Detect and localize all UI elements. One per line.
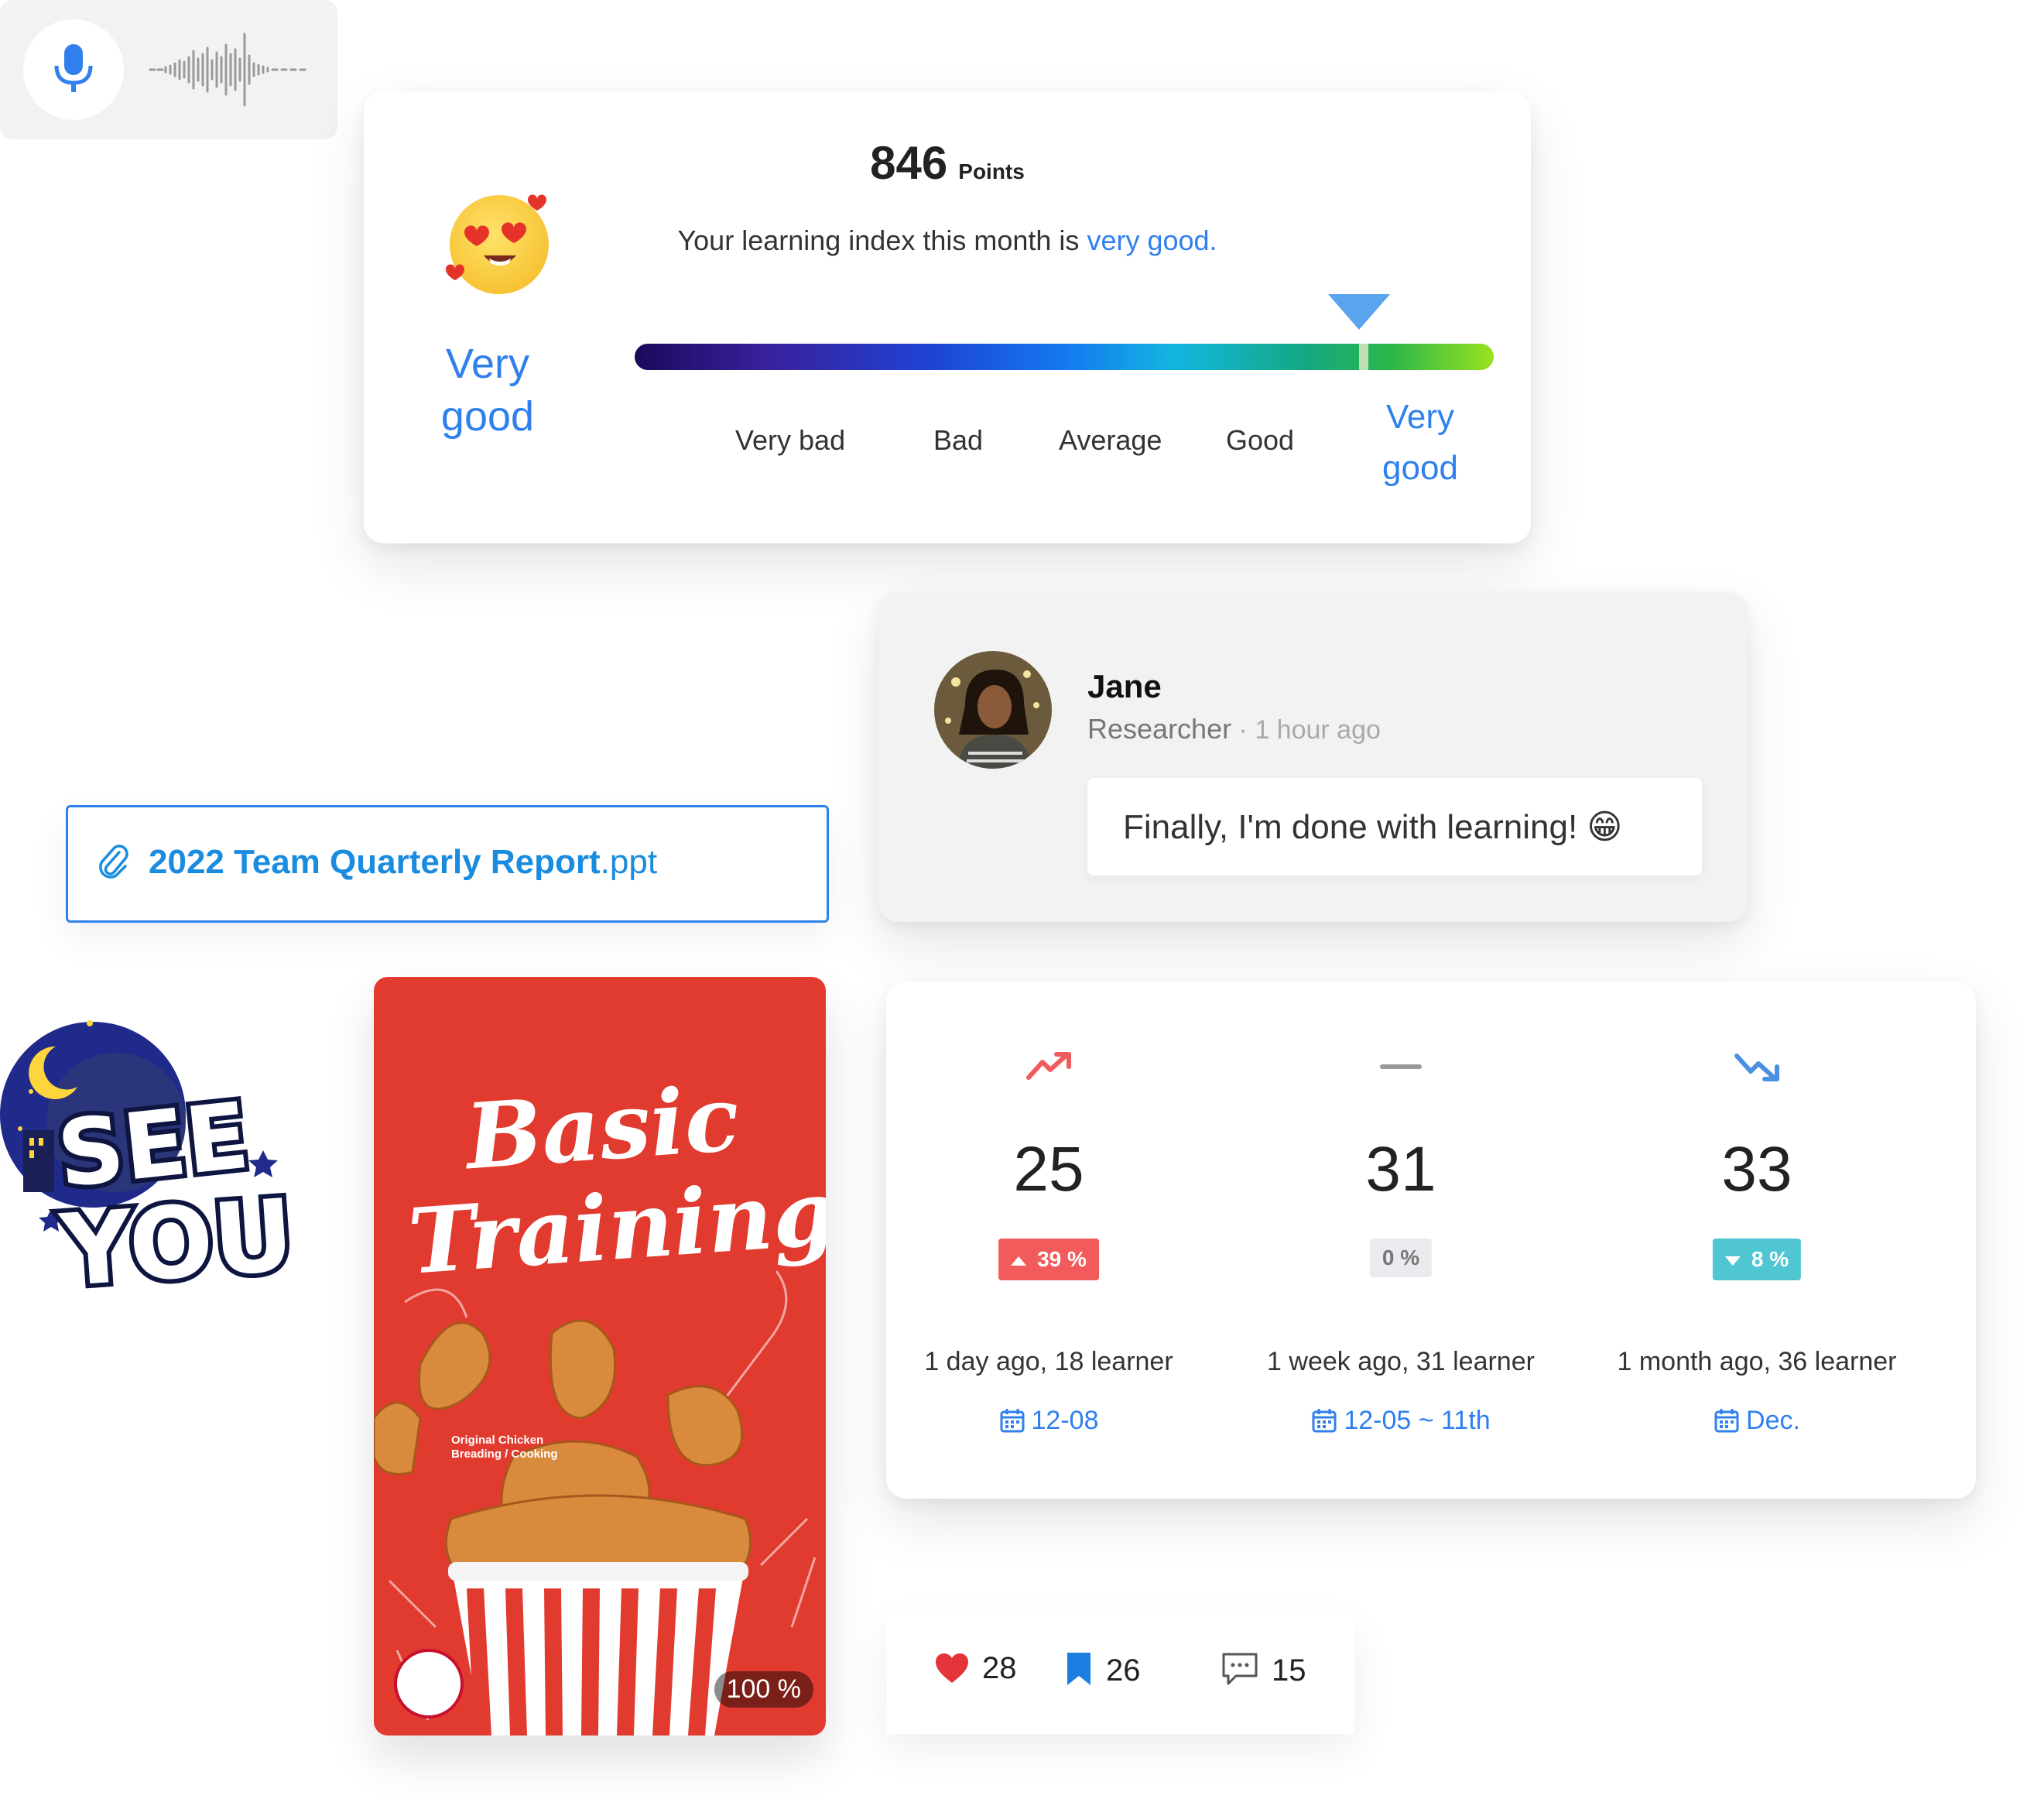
audio-waveform-icon xyxy=(149,33,306,107)
comment-count: 15 xyxy=(1272,1653,1306,1688)
comment-meta: Researcher · 1 hour ago xyxy=(1087,713,1381,745)
stat-date: 12-08 xyxy=(886,1406,1211,1436)
message-prefix: Your learning index this month is xyxy=(677,224,1087,256)
stat-description: 1 month ago, 36 learner xyxy=(1617,1347,1897,1376)
paperclip-icon xyxy=(99,845,128,879)
scale-label-very-bad: Very bad xyxy=(735,424,846,456)
stat-value: 31 xyxy=(1365,1134,1436,1204)
scale-label-good: Good xyxy=(1226,424,1295,456)
file-extension: .ppt xyxy=(600,843,658,881)
learner-stats-card: 25 39 % 1 day ago, 18 learner 12-08 31 0… xyxy=(886,982,1976,1499)
change-value: 39 % xyxy=(1037,1247,1087,1271)
author-role: Researcher xyxy=(1087,713,1232,745)
course-poster[interactable]: Basic Training Original Chicken Breading… xyxy=(374,977,826,1735)
bookmark-icon xyxy=(1067,1653,1090,1685)
learning-index-card: 846 Points Your learning index this month… xyxy=(364,91,1531,543)
kfc-logo-icon xyxy=(394,1649,464,1718)
gauge-marker-icon xyxy=(1328,294,1390,330)
points-unit: Points xyxy=(958,159,1025,183)
comment-time: 1 hour ago xyxy=(1255,715,1381,745)
change-badge-up: 39 % xyxy=(998,1239,1099,1280)
microphone-icon xyxy=(54,44,93,92)
arrow-up-icon xyxy=(1011,1256,1027,1266)
gauge-position-tick xyxy=(1359,344,1368,370)
stat-date: 12-05 ~ 11th xyxy=(1238,1406,1563,1436)
heart-icon xyxy=(936,1653,968,1683)
stat-description: 1 day ago, 18 learner xyxy=(924,1347,1173,1376)
stat-month: 33 8 % 1 month ago, 36 learner Dec. xyxy=(1594,982,1919,1499)
stat-value: 33 xyxy=(1721,1134,1792,1204)
current-level-label: Very good xyxy=(440,341,535,440)
progress-label: 100 % xyxy=(714,1671,813,1708)
bookmark-count: 26 xyxy=(1106,1653,1141,1688)
points-value: 846 xyxy=(870,137,948,189)
bookmark-button[interactable]: 26 xyxy=(1064,1651,1141,1688)
change-value: 8 % xyxy=(1751,1247,1789,1271)
stat-value: 25 xyxy=(1013,1134,1084,1204)
see-you-sticker: SEE YOU xyxy=(0,1020,294,1300)
calendar-icon xyxy=(1000,1409,1025,1433)
reactions-bar: 28 26 15 xyxy=(886,1614,1354,1734)
meta-separator: · xyxy=(1231,715,1255,745)
sticker-text-you: YOU xyxy=(56,1178,294,1300)
file-base-name: 2022 Team Quarterly Report xyxy=(149,843,601,881)
voice-message xyxy=(0,0,337,139)
poster-title: Basic Training xyxy=(399,1064,826,1295)
avatar-photo xyxy=(934,651,1052,769)
comment-button[interactable]: 15 xyxy=(1221,1651,1306,1688)
scale-label-very-good: Very good xyxy=(1382,398,1458,487)
calendar-icon xyxy=(1312,1409,1337,1433)
record-button[interactable] xyxy=(23,19,124,120)
stat-date-text: 12-08 xyxy=(1031,1406,1099,1435)
change-badge-down: 8 % xyxy=(1712,1239,1802,1280)
comment-bubble: Finally, I'm done with learning! 😁 xyxy=(1087,778,1702,875)
change-value: 0 % xyxy=(1381,1246,1420,1269)
comment-card: Jane Researcher · 1 hour ago Finally, I'… xyxy=(878,592,1748,922)
like-count: 28 xyxy=(982,1651,1017,1685)
stat-week: 31 0 % 1 week ago, 31 learner 12-05 ~ 11… xyxy=(1238,982,1563,1499)
stat-date: Dec. xyxy=(1594,1406,1919,1436)
stat-date-text: 12-05 ~ 11th xyxy=(1344,1406,1491,1435)
file-attachment[interactable]: 2022 Team Quarterly Report.ppt xyxy=(66,805,829,923)
trend-up-icon xyxy=(1026,1052,1071,1080)
calendar-icon xyxy=(1714,1409,1739,1433)
poster-caption: Original Chicken Breading / Cooking xyxy=(451,1434,558,1461)
heart-eyes-emoji-icon xyxy=(446,194,549,294)
dash-icon xyxy=(1380,1064,1422,1069)
comment-message: Finally, I'm done with learning! 😁 xyxy=(1123,808,1623,846)
scale-label-average: Average xyxy=(1059,424,1162,456)
arrow-down-icon xyxy=(1724,1256,1741,1266)
comment-icon xyxy=(1222,1653,1258,1685)
change-badge-neutral: 0 % xyxy=(1369,1239,1433,1277)
scale-label-bad: Bad xyxy=(933,424,984,456)
like-button[interactable]: 28 xyxy=(934,1651,1017,1686)
trend-down-icon xyxy=(1734,1054,1779,1081)
points-display: 846 Points xyxy=(364,136,1531,190)
message-highlight: very good. xyxy=(1087,224,1217,256)
avatar[interactable] xyxy=(934,651,1052,769)
stat-date-text: Dec. xyxy=(1746,1406,1800,1435)
file-name: 2022 Team Quarterly Report.ppt xyxy=(149,843,657,882)
stat-description: 1 week ago, 31 learner xyxy=(1267,1347,1535,1376)
comment-author: Jane xyxy=(1087,668,1162,704)
stat-day: 25 39 % 1 day ago, 18 learner 12-08 xyxy=(886,982,1211,1499)
